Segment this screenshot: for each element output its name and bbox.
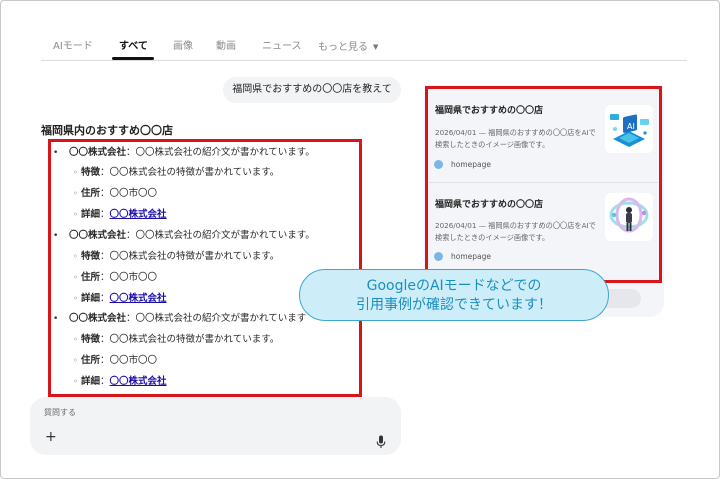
answer-heading: 福岡県内のおすすめ〇〇店 bbox=[41, 124, 173, 137]
address-line: 住所：〇〇市〇〇 bbox=[81, 188, 157, 200]
tab-ai-mode[interactable]: AIモード bbox=[53, 41, 93, 53]
sub-bullet: ◦ bbox=[73, 356, 78, 365]
sub-bullet: ◦ bbox=[73, 294, 78, 303]
callout-line-2: 引用事例が確認できています！ bbox=[356, 297, 552, 313]
address-text: ：〇〇市〇〇 bbox=[100, 188, 158, 199]
company-intro: ：〇〇株式会社の紹介文が書かれています。 bbox=[126, 230, 315, 241]
feature-line: 特徴：〇〇株式会社の特徴が書かれています。 bbox=[81, 167, 279, 179]
feature-label: 特徴 bbox=[81, 251, 101, 262]
company-intro: ：〇〇株式会社の紹介文が書かれています bbox=[126, 313, 307, 324]
tab-images[interactable]: 画像 bbox=[173, 41, 193, 53]
detail-line: 詳細：〇〇株式会社 bbox=[81, 293, 167, 305]
detail-link[interactable]: 〇〇株式会社 bbox=[110, 293, 167, 304]
bullet-dot: • bbox=[53, 231, 59, 241]
feature-text: ：〇〇株式会社の特徴が書かれています。 bbox=[100, 334, 280, 345]
bullet-dot: • bbox=[53, 148, 59, 158]
sub-bullet: ◦ bbox=[73, 168, 78, 177]
ask-input-box[interactable]: 質問する + bbox=[30, 397, 401, 455]
sub-bullet: ◦ bbox=[73, 210, 78, 219]
detail-link[interactable]: 〇〇株式会社 bbox=[110, 209, 167, 220]
company-intro: ：〇〇株式会社の紹介文が書かれています。 bbox=[126, 147, 315, 158]
screenshot-frame: AIモード すべて 画像 動画 ニュース もっと見る ▼ 福岡県でおすすめの〇〇店… bbox=[0, 0, 720, 479]
company-name: 〇〇株式会社 bbox=[69, 147, 127, 158]
detail-line: 詳細：〇〇株式会社 bbox=[81, 209, 167, 221]
active-tab-indicator bbox=[112, 57, 154, 60]
company-name: 〇〇株式会社 bbox=[69, 313, 127, 324]
tab-more[interactable]: もっと見る ▼ bbox=[318, 41, 378, 54]
address-text: ：〇〇市〇〇 bbox=[100, 272, 158, 283]
mic-icon[interactable] bbox=[376, 435, 386, 449]
tab-news[interactable]: ニュース bbox=[262, 41, 302, 53]
sub-bullet: ◦ bbox=[73, 377, 78, 386]
feature-line: 特徴：〇〇株式会社の特徴が書かれています。 bbox=[81, 334, 279, 346]
sub-bullet: ◦ bbox=[73, 189, 78, 198]
detail-label: 詳細 bbox=[81, 293, 101, 304]
bullet-dot: • bbox=[53, 314, 59, 324]
chevron-down-icon: ▼ bbox=[373, 43, 379, 51]
detail-line: 詳細：〇〇株式会社 bbox=[81, 376, 167, 388]
feature-text: ：〇〇株式会社の特徴が書かれています。 bbox=[100, 251, 280, 262]
feature-label: 特徴 bbox=[81, 334, 101, 345]
ask-input-placeholder: 質問する bbox=[44, 408, 76, 417]
address-line: 住所：〇〇市〇〇 bbox=[81, 272, 157, 284]
company-name: 〇〇株式会社 bbox=[69, 230, 127, 241]
list-item: 〇〇株式会社：〇〇株式会社の紹介文が書かれています。 bbox=[69, 230, 315, 242]
tab-videos[interactable]: 動画 bbox=[216, 41, 236, 53]
detail-sep: ： bbox=[100, 209, 110, 220]
address-label: 住所 bbox=[81, 355, 101, 366]
detail-link[interactable]: 〇〇株式会社 bbox=[110, 376, 167, 387]
feature-label: 特徴 bbox=[81, 167, 101, 178]
address-label: 住所 bbox=[81, 272, 101, 283]
address-label: 住所 bbox=[81, 188, 101, 199]
address-line: 住所：〇〇市〇〇 bbox=[81, 355, 157, 367]
sources-highlight-box bbox=[425, 86, 662, 283]
detail-sep: ： bbox=[100, 293, 110, 304]
feature-text: ：〇〇株式会社の特徴が書かれています。 bbox=[100, 167, 280, 178]
callout-banner: GoogleのAIモードなどでの 引用事例が確認できています！ bbox=[299, 269, 609, 321]
tab-all[interactable]: すべて bbox=[119, 41, 148, 53]
list-item: 〇〇株式会社：〇〇株式会社の紹介文が書かれています bbox=[69, 313, 306, 325]
tab-more-label: もっと見る bbox=[318, 42, 368, 53]
feature-line: 特徴：〇〇株式会社の特徴が書かれています。 bbox=[81, 251, 279, 263]
detail-sep: ： bbox=[100, 376, 110, 387]
list-item: 〇〇株式会社：〇〇株式会社の紹介文が書かれています。 bbox=[69, 147, 315, 159]
sub-bullet: ◦ bbox=[73, 273, 78, 282]
user-query-bubble: 福岡県でおすすめの〇〇店を教えて bbox=[223, 77, 401, 103]
callout-line-1: GoogleのAIモードなどでの bbox=[366, 278, 542, 294]
plus-icon[interactable]: + bbox=[45, 430, 57, 444]
address-text: ：〇〇市〇〇 bbox=[100, 355, 158, 366]
detail-label: 詳細 bbox=[81, 376, 101, 387]
sub-bullet: ◦ bbox=[73, 252, 78, 261]
detail-label: 詳細 bbox=[81, 209, 101, 220]
sub-bullet: ◦ bbox=[73, 335, 78, 344]
search-tabs: AIモード すべて 画像 動画 ニュース もっと見る ▼ bbox=[41, 37, 687, 61]
